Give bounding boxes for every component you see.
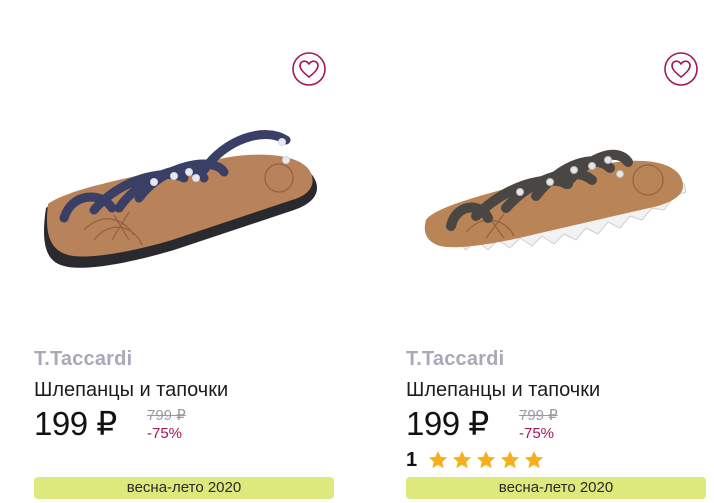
rating-count: 1	[406, 448, 418, 471]
star-icon	[500, 450, 520, 469]
product-image[interactable]	[24, 100, 334, 300]
star-icon	[452, 450, 472, 469]
product-title[interactable]: Шлепанцы и тапочки	[34, 379, 228, 402]
product-image[interactable]	[396, 100, 706, 300]
rating[interactable]: 1	[406, 448, 545, 472]
star-icon	[428, 450, 448, 469]
season-badge: весна-лето 2020	[34, 477, 334, 499]
product-price: 199 ₽	[34, 405, 117, 442]
product-discount: -75%	[519, 425, 555, 442]
product-price: 199 ₽	[406, 405, 489, 442]
product-grid: T.Taccardi Шлепанцы и тапочки 199 ₽ 799 …	[0, 0, 714, 503]
product-discount: -75%	[147, 425, 183, 442]
star-icon	[476, 450, 496, 469]
heart-outline-icon[interactable]	[664, 52, 698, 86]
rating-stars	[427, 449, 545, 471]
product-card[interactable]: T.Taccardi Шлепанцы и тапочки 199 ₽ 799 …	[396, 0, 706, 503]
product-brand[interactable]: T.Taccardi	[34, 348, 132, 371]
product-brand[interactable]: T.Taccardi	[406, 348, 504, 371]
product-old-price: 799 ₽	[147, 407, 186, 424]
season-badge: весна-лето 2020	[406, 477, 706, 499]
product-old-price: 799 ₽	[519, 407, 558, 424]
product-card[interactable]: T.Taccardi Шлепанцы и тапочки 199 ₽ 799 …	[24, 0, 334, 503]
star-icon	[524, 450, 544, 469]
heart-outline-icon[interactable]	[292, 52, 326, 86]
product-title[interactable]: Шлепанцы и тапочки	[406, 379, 600, 402]
